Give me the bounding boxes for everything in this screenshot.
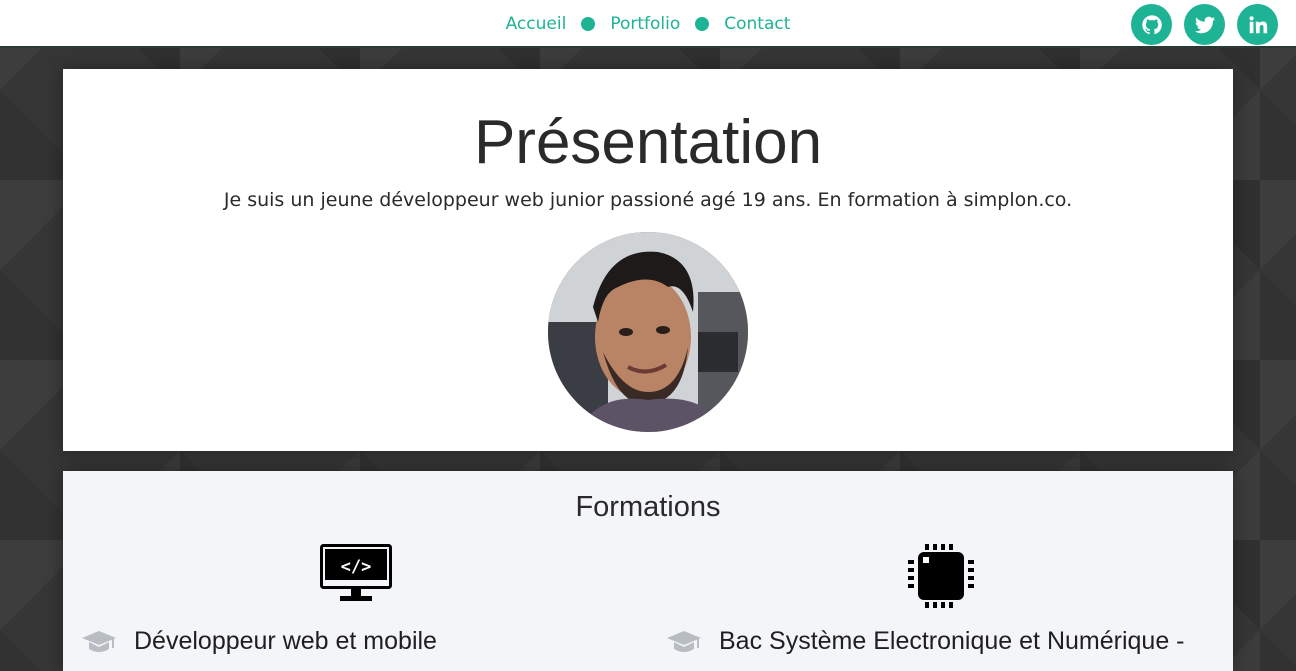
linkedin-icon [1248, 15, 1267, 33]
nav-link-portfolio[interactable]: Portfolio [610, 14, 680, 34]
formation-label: Bac Système Electronique et Numérique - [719, 627, 1185, 655]
nav-link-contact[interactable]: Contact [724, 14, 790, 34]
top-navbar: Accueil Portfolio Contact [0, 0, 1296, 48]
avatar [548, 232, 748, 432]
github-button[interactable] [1131, 4, 1172, 45]
twitter-icon [1194, 16, 1215, 33]
formations-card: Formations </> Développeur web et mobile… [63, 471, 1233, 671]
main-nav: Accueil Portfolio Contact [0, 0, 1296, 48]
graduation-cap-icon [82, 629, 116, 655]
presentation-title: Présentation [473, 108, 823, 177]
presentation-card: Présentation Je suis un jeune développeu… [63, 69, 1233, 451]
nav-separator-dot [581, 17, 596, 31]
presentation-text: Je suis un jeune développeur web junior … [223, 189, 1073, 211]
code-monitor-icon: </> [320, 544, 392, 602]
graduation-cap-icon [667, 629, 701, 655]
formation-label: Développeur web et mobile [134, 627, 437, 655]
microchip-icon [908, 544, 974, 608]
formation-item-bac: Bac Système Electronique et Numérique - [667, 627, 1185, 656]
linkedin-button[interactable] [1237, 4, 1278, 45]
formation-item-web: Développeur web et mobile [82, 627, 437, 656]
nav-link-accueil[interactable]: Accueil [506, 14, 567, 34]
svg-text:</>: </> [341, 557, 372, 577]
formations-title: Formations [575, 491, 721, 523]
github-icon [1141, 14, 1162, 34]
twitter-button[interactable] [1184, 4, 1225, 45]
nav-separator-dot [695, 17, 710, 31]
profile-photo [548, 232, 748, 432]
social-links [1131, 4, 1278, 45]
